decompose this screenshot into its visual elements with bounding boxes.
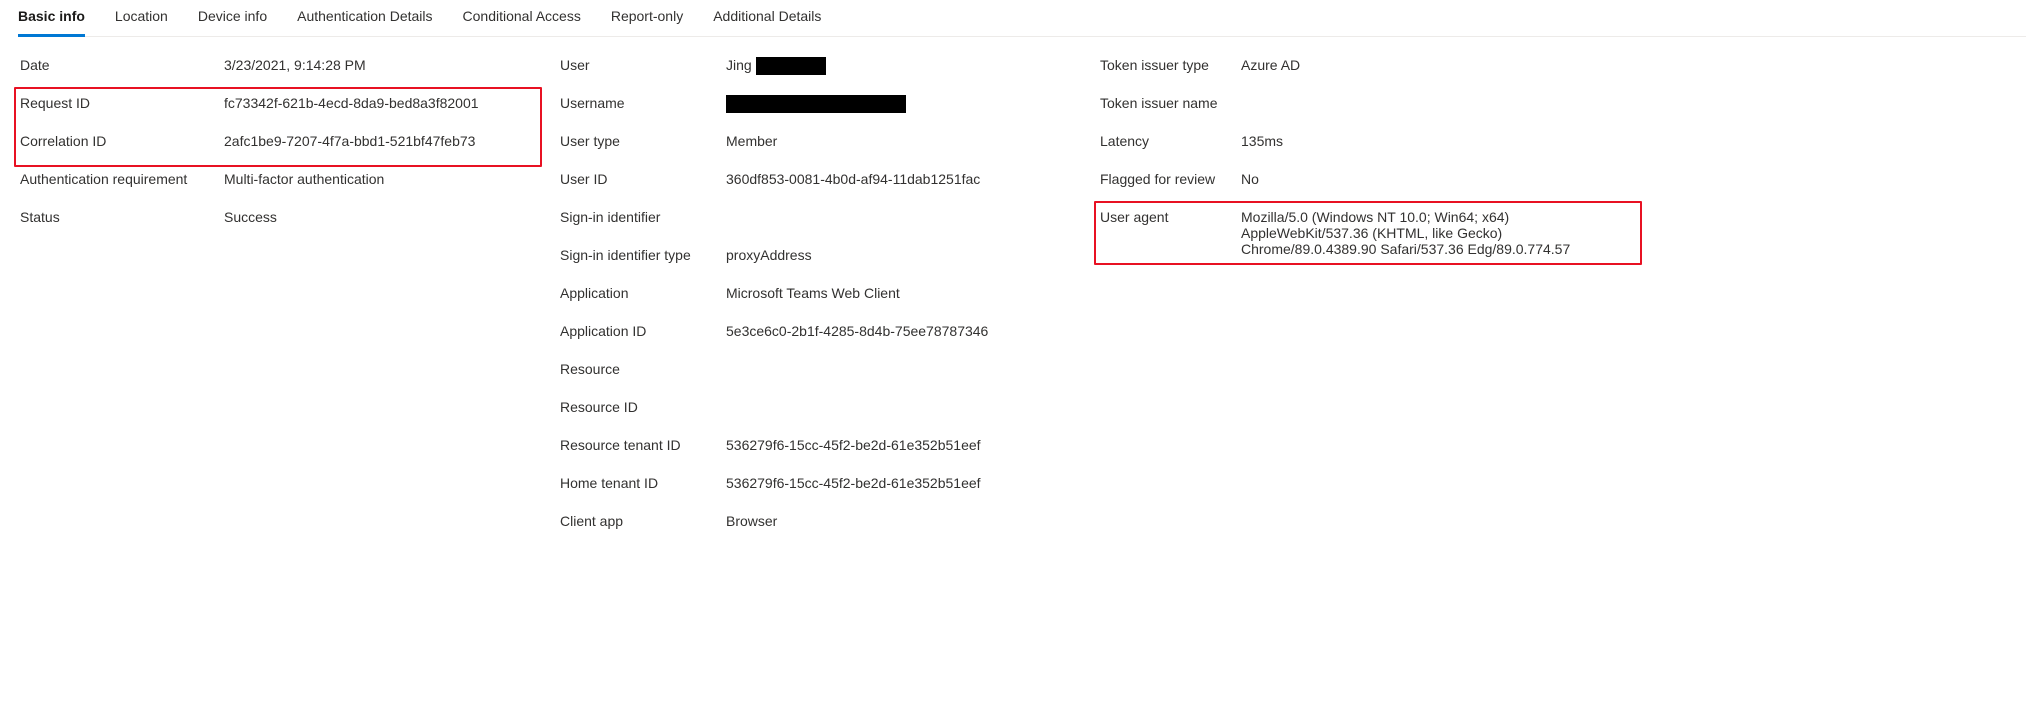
- application-label: Application: [560, 285, 726, 301]
- detail-tabs: Basic info Location Device info Authenti…: [18, 0, 2026, 37]
- request-id-value: fc73342f-621b-4ecd-8da9-bed8a3f82001: [224, 95, 536, 111]
- signin-details-panel: Basic info Location Device info Authenti…: [0, 0, 2044, 565]
- user-label: User: [560, 57, 726, 73]
- client-app-label: Client app: [560, 513, 726, 529]
- status-label: Status: [20, 209, 224, 225]
- user-redacted-icon: [756, 57, 826, 75]
- tab-additional-details[interactable]: Additional Details: [713, 0, 821, 37]
- latency-label: Latency: [1100, 133, 1241, 149]
- highlight-user-agent: User agent Mozilla/5.0 (Windows NT 10.0;…: [1094, 201, 1642, 265]
- home-tenant-id-value: 536279f6-15cc-45f2-be2d-61e352b51eef: [726, 475, 1076, 491]
- user-agent-value: Mozilla/5.0 (Windows NT 10.0; Win64; x64…: [1241, 209, 1636, 257]
- username-label: Username: [560, 95, 726, 111]
- username-redacted-icon: [726, 95, 906, 113]
- resource-tenant-id-label: Resource tenant ID: [560, 437, 726, 453]
- request-id-label: Request ID: [20, 95, 224, 111]
- auth-requirement-label: Authentication requirement: [20, 171, 224, 187]
- tab-conditional-access[interactable]: Conditional Access: [463, 0, 581, 37]
- user-agent-label: User agent: [1100, 209, 1241, 225]
- client-app-value: Browser: [726, 513, 1076, 529]
- signin-identifier-type-value: proxyAddress: [726, 247, 1076, 263]
- resource-tenant-id-value: 536279f6-15cc-45f2-be2d-61e352b51eef: [726, 437, 1076, 453]
- tab-report-only[interactable]: Report-only: [611, 0, 683, 37]
- signin-identifier-label: Sign-in identifier: [560, 209, 726, 225]
- correlation-id-value: 2afc1be9-7207-4f7a-bbd1-521bf47feb73: [224, 133, 536, 149]
- user-type-value: Member: [726, 133, 1076, 149]
- auth-requirement-value: Multi-factor authentication: [224, 171, 536, 187]
- signin-identifier-type-label: Sign-in identifier type: [560, 247, 726, 263]
- user-id-value: 360df853-0081-4b0d-af94-11dab1251fac: [726, 171, 1076, 187]
- correlation-id-label: Correlation ID: [20, 133, 224, 149]
- column-general: Date 3/23/2021, 9:14:28 PM Request ID fc…: [18, 51, 538, 241]
- date-label: Date: [20, 57, 224, 73]
- tab-basic-info[interactable]: Basic info: [18, 0, 85, 37]
- token-issuer-type-label: Token issuer type: [1100, 57, 1241, 73]
- home-tenant-id-label: Home tenant ID: [560, 475, 726, 491]
- token-issuer-name-label: Token issuer name: [1100, 95, 1241, 111]
- user-link[interactable]: Jing: [726, 57, 752, 73]
- flagged-label: Flagged for review: [1100, 171, 1241, 187]
- date-value: 3/23/2021, 9:14:28 PM: [224, 57, 536, 73]
- user-value: Jing: [726, 57, 1076, 75]
- highlight-request-correlation: Request ID fc73342f-621b-4ecd-8da9-bed8a…: [14, 87, 542, 167]
- tab-location[interactable]: Location: [115, 0, 168, 37]
- application-id-label: Application ID: [560, 323, 726, 339]
- token-issuer-type-value: Azure AD: [1241, 57, 1636, 73]
- column-token-misc: Token issuer type Azure AD Token issuer …: [1078, 51, 1638, 263]
- tab-authentication-details[interactable]: Authentication Details: [297, 0, 432, 37]
- user-id-label: User ID: [560, 171, 726, 187]
- application-value: Microsoft Teams Web Client: [726, 285, 1076, 301]
- resource-id-label: Resource ID: [560, 399, 726, 415]
- user-type-label: User type: [560, 133, 726, 149]
- username-value: [726, 95, 1076, 113]
- status-value: Success: [224, 209, 536, 225]
- application-id-value: 5e3ce6c0-2b1f-4285-8d4b-75ee78787346: [726, 323, 1076, 339]
- resource-label: Resource: [560, 361, 726, 377]
- flagged-value: No: [1241, 171, 1636, 187]
- tab-device-info[interactable]: Device info: [198, 0, 267, 37]
- latency-value: 135ms: [1241, 133, 1636, 149]
- column-user-app: User Jing Username User type Member User…: [538, 51, 1078, 545]
